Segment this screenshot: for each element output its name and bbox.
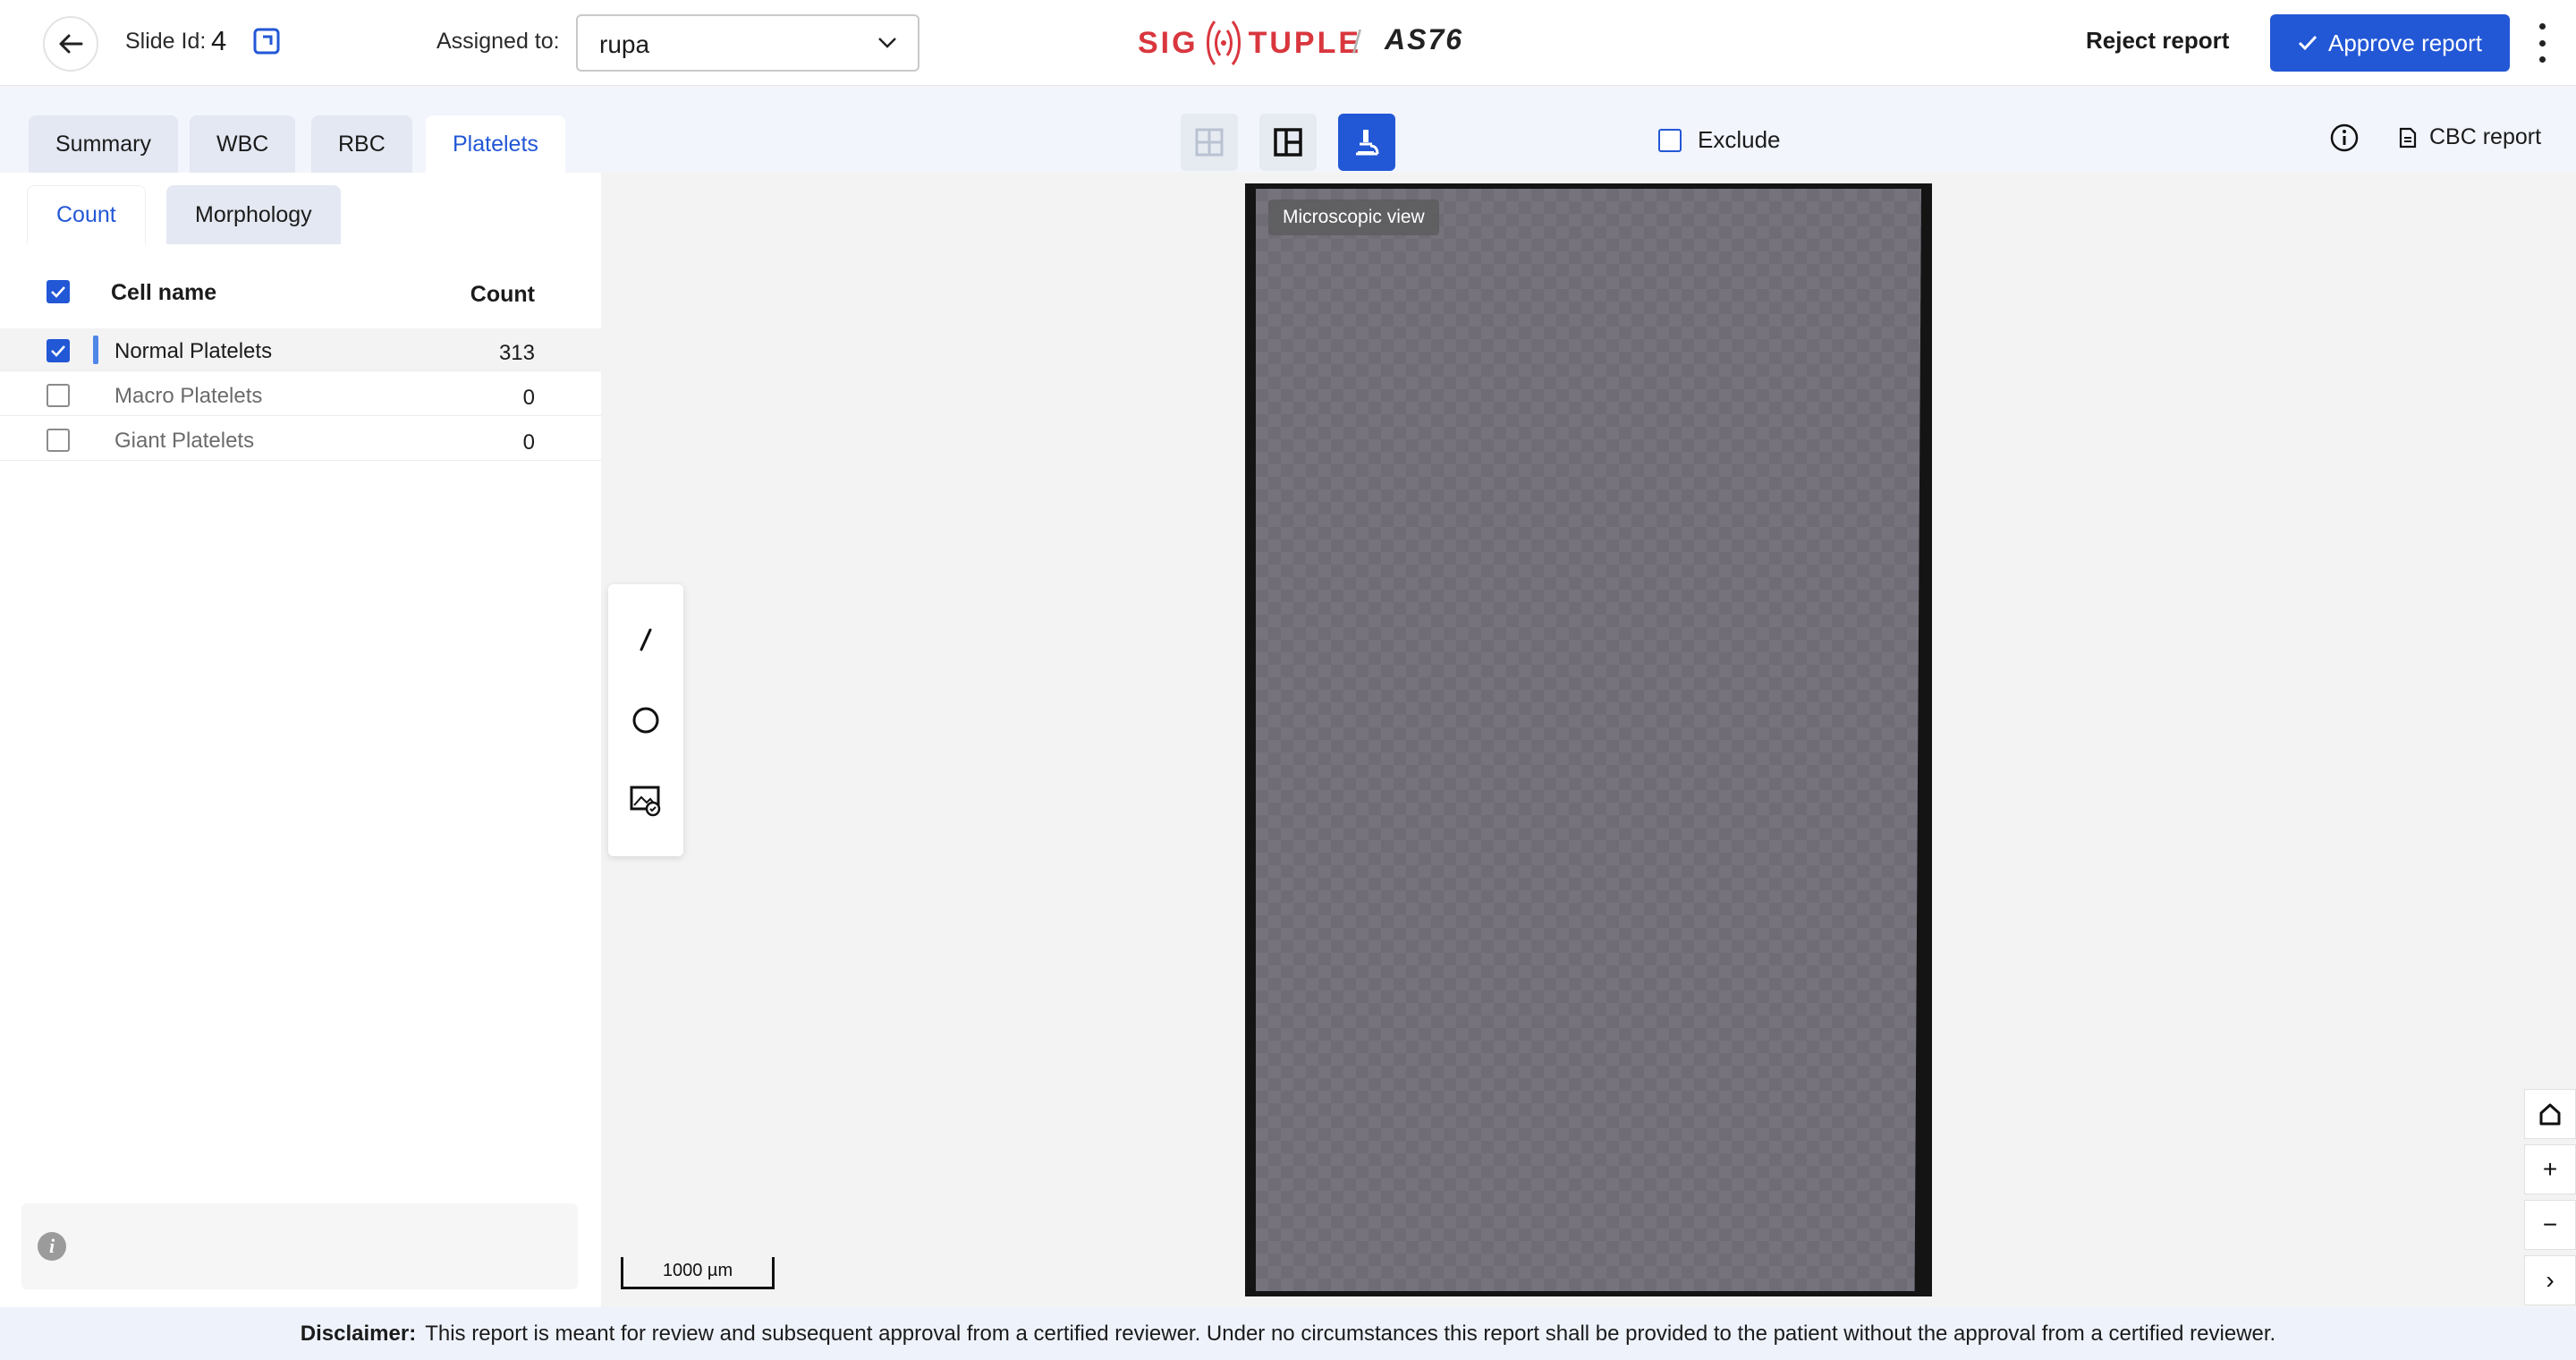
slide-viewer[interactable]: Microscopic view 1000 µm + − › bbox=[601, 173, 2576, 1307]
cell-count: 0 bbox=[522, 386, 535, 410]
check-icon bbox=[51, 345, 65, 357]
arrow-left-icon bbox=[59, 34, 83, 54]
exclude-label: Exclude bbox=[1698, 126, 1781, 153]
sigtuple-logo: SIG TUPLE bbox=[1138, 13, 1361, 73]
slide-image[interactable] bbox=[1245, 183, 1932, 1296]
table-row[interactable]: Macro Platelets 0 bbox=[0, 373, 601, 416]
cell-count: 0 bbox=[522, 430, 535, 455]
zoom-in-button[interactable]: + bbox=[2524, 1144, 2576, 1194]
logo-text-right: TUPLE bbox=[1248, 25, 1362, 60]
approve-report-button[interactable]: Approve report bbox=[2270, 14, 2510, 72]
column-header-cell-name: Cell name bbox=[111, 280, 217, 305]
exclude-toggle[interactable]: Exclude bbox=[1658, 126, 1781, 154]
table-row[interactable]: Normal Platelets 313 bbox=[0, 328, 601, 371]
grid-view-button[interactable] bbox=[1181, 114, 1238, 171]
reject-report-button[interactable]: Reject report bbox=[2086, 27, 2229, 55]
image-select-button[interactable] bbox=[628, 783, 664, 819]
table-header: Cell name Count bbox=[0, 264, 601, 318]
cell-name: Macro Platelets bbox=[114, 384, 263, 408]
kebab-menu-icon[interactable] bbox=[2533, 23, 2551, 63]
zoom-out-button[interactable]: − bbox=[2524, 1200, 2576, 1250]
microscope-icon bbox=[1356, 130, 1379, 156]
info-icon[interactable] bbox=[2329, 123, 2360, 153]
selection-indicator bbox=[93, 336, 98, 364]
line-tool-icon bbox=[640, 628, 652, 651]
circle-tool-button[interactable] bbox=[628, 702, 664, 738]
top-header: Slide Id: 4 Assigned to: rupa SIG TUPLE … bbox=[0, 0, 2576, 86]
disclaimer-text: This report is meant for review and subs… bbox=[425, 1321, 2276, 1346]
slide-id-label: Slide Id: bbox=[125, 29, 207, 54]
logo-separator: / bbox=[1352, 23, 1362, 60]
back-button[interactable] bbox=[43, 16, 98, 72]
cell-name: Normal Platelets bbox=[114, 339, 273, 363]
subtab-morphology[interactable]: Morphology bbox=[166, 185, 341, 244]
tab-platelets[interactable]: Platelets bbox=[426, 115, 565, 173]
row-checkbox[interactable] bbox=[47, 339, 70, 362]
assigned-to-label: Assigned to: bbox=[436, 29, 560, 54]
row-checkbox[interactable] bbox=[47, 384, 70, 407]
microscope-view-button[interactable] bbox=[1338, 114, 1395, 171]
open-external-icon[interactable] bbox=[252, 27, 281, 55]
grid-view-icon bbox=[1195, 128, 1224, 157]
next-button[interactable]: › bbox=[2524, 1255, 2576, 1305]
cbc-report-label: CBC report bbox=[2429, 124, 2542, 149]
tab-rbc[interactable]: RBC bbox=[311, 115, 412, 173]
check-icon bbox=[51, 286, 65, 298]
section-toolbar: Summary WBC RBC Platelets Exclude CBC re… bbox=[0, 87, 2576, 173]
circle-tool-icon bbox=[632, 707, 659, 734]
tab-summary[interactable]: Summary bbox=[29, 115, 178, 173]
chevron-down-icon bbox=[878, 38, 896, 48]
cell-count-panel: Count Morphology Cell name Count Normal … bbox=[0, 173, 601, 1307]
document-icon bbox=[2399, 127, 2417, 148]
slide-texture bbox=[1256, 189, 1921, 1291]
assigned-to-select[interactable]: rupa bbox=[576, 14, 919, 72]
column-header-count: Count bbox=[470, 282, 535, 307]
annotation-toolbar bbox=[608, 584, 683, 856]
assigned-to-value: rupa bbox=[599, 30, 650, 58]
subtab-count[interactable]: Count bbox=[27, 185, 146, 244]
home-icon bbox=[2539, 1103, 2561, 1126]
approve-report-label: Approve report bbox=[2328, 29, 2482, 56]
split-view-button[interactable] bbox=[1259, 114, 1317, 171]
table-row[interactable]: Giant Platelets 0 bbox=[0, 418, 601, 461]
cell-count: 313 bbox=[498, 341, 535, 365]
cell-name: Giant Platelets bbox=[114, 429, 255, 453]
select-all-checkbox[interactable] bbox=[47, 280, 70, 303]
microscopic-view-label: Microscopic view bbox=[1268, 200, 1439, 235]
device-name: AS76 bbox=[1385, 23, 1464, 55]
logo-mark-icon bbox=[1206, 21, 1241, 65]
slide-id-value: 4 bbox=[211, 25, 227, 56]
disclaimer-bar: Disclaimer: This report is meant for rev… bbox=[0, 1307, 2576, 1360]
exclude-checkbox[interactable] bbox=[1658, 128, 1682, 152]
line-tool-button[interactable] bbox=[628, 622, 664, 658]
info-panel: i bbox=[21, 1203, 578, 1289]
image-select-icon bbox=[630, 786, 661, 817]
disclaimer-title: Disclaimer: bbox=[300, 1321, 417, 1346]
split-view-icon bbox=[1274, 128, 1302, 157]
cbc-report-link[interactable]: CBC report bbox=[2399, 124, 2541, 150]
row-checkbox[interactable] bbox=[47, 429, 70, 452]
check-icon bbox=[2298, 35, 2318, 51]
scale-bar: 1000 µm bbox=[621, 1257, 775, 1289]
home-button[interactable] bbox=[2524, 1089, 2576, 1139]
info-icon[interactable]: i bbox=[38, 1232, 66, 1261]
logo-text-left: SIG bbox=[1138, 25, 1199, 60]
tab-wbc[interactable]: WBC bbox=[190, 115, 296, 173]
